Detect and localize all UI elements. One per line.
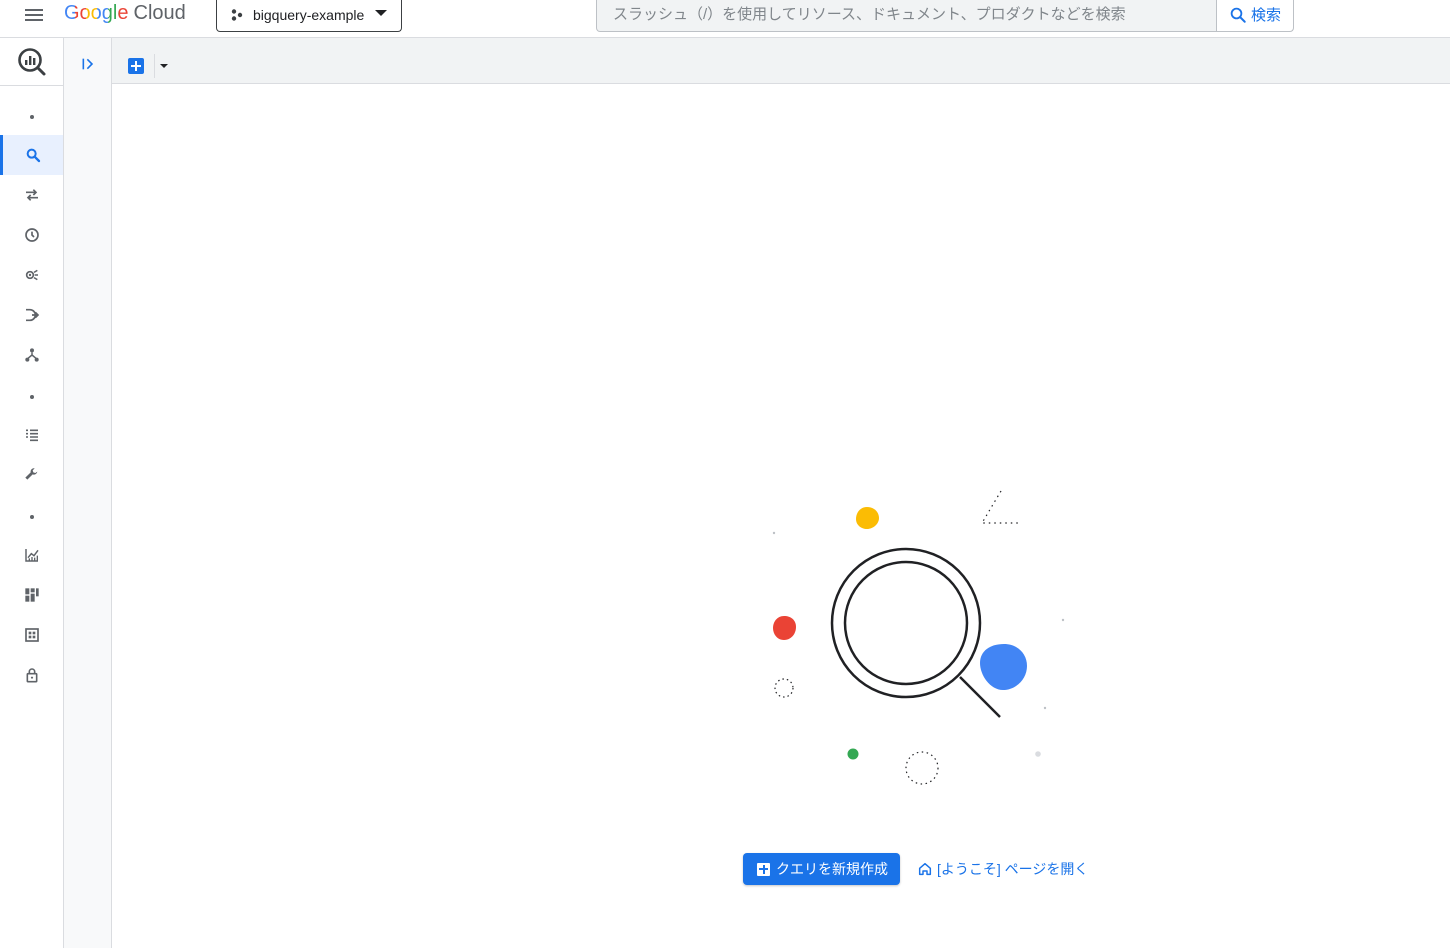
red-blob: [773, 616, 796, 640]
decor-dot: [1035, 751, 1041, 757]
rail-item-dashboard[interactable]: [0, 575, 63, 615]
dashboard-icon: [24, 588, 39, 602]
tab-divider: [154, 54, 155, 78]
project-name: bigquery-example: [253, 6, 365, 23]
top-bar: GoogleCloud bigquery-example 検索: [0, 0, 1450, 38]
dotted-circle-small: [774, 678, 794, 698]
transfers-icon: [25, 189, 38, 201]
expand-explorer-button[interactable]: [76, 52, 100, 76]
decor-dot: [1061, 618, 1065, 622]
yellow-blob: [856, 507, 879, 529]
rail-item-monitoring[interactable]: [0, 535, 63, 575]
chevron-down-icon[interactable]: [158, 60, 170, 72]
rail-item-scheduled-queries[interactable]: [0, 215, 63, 255]
rail-item-dataplex[interactable]: [0, 335, 63, 375]
project-icon: [231, 8, 243, 21]
home-icon: [918, 862, 932, 876]
list-icon: [25, 429, 38, 442]
rail-item-dataflow[interactable]: [0, 295, 63, 335]
left-nav-rail: [0, 38, 64, 948]
dotted-triangle: [980, 490, 1020, 524]
empty-state-illustration: [772, 490, 1065, 785]
logo-google: Google: [64, 2, 129, 24]
rail-item-capacity[interactable]: [0, 615, 63, 655]
decor-dot: [1043, 706, 1047, 710]
bigquery-logo[interactable]: [0, 38, 63, 86]
rail-item-transfers[interactable]: [0, 175, 63, 215]
clock-icon: [24, 228, 39, 242]
table-view-icon: [24, 628, 39, 642]
search-icon: [1230, 7, 1246, 23]
rail-item-admin[interactable]: [0, 455, 63, 495]
magnifier-outer-ring: [830, 547, 982, 699]
compose-new-query-button[interactable]: クエリを新規作成: [743, 853, 900, 885]
new-query-tab-button[interactable]: [128, 58, 144, 74]
google-cloud-logo[interactable]: Google Cloud: [64, 2, 186, 26]
expand-panel-icon: [82, 58, 94, 70]
project-selector[interactable]: bigquery-example: [216, 0, 402, 32]
wrench-icon: [24, 468, 37, 480]
chevron-down-icon: [375, 10, 387, 16]
magnifier-inner-ring: [843, 560, 969, 686]
search-button[interactable]: 検索: [1216, 0, 1293, 31]
section-divider-dot: [30, 515, 34, 519]
search-bar: 検索: [596, 0, 1294, 32]
dotted-circle-large: [905, 751, 939, 785]
blue-blob: [980, 644, 1027, 690]
empty-state-actions: クエリを新規作成 [ようこそ] ページを開く: [743, 853, 1143, 885]
analytics-hub-icon: [25, 269, 38, 281]
open-welcome-page-label: [ようこそ] ページを開く: [937, 861, 1089, 877]
logo-cloud: Cloud: [133, 2, 186, 24]
rail-item-jobs[interactable]: [0, 415, 63, 455]
search-input[interactable]: [597, 0, 1216, 31]
hierarchy-icon: [24, 348, 39, 362]
decor-dot: [772, 531, 776, 535]
explorer-pane-collapsed: [64, 38, 112, 948]
section-divider-dot: [30, 395, 34, 399]
green-dot: [847, 748, 859, 760]
search-icon: [26, 148, 41, 163]
search-button-label: 検索: [1250, 7, 1281, 24]
compose-new-query-label: クエリを新規作成: [776, 861, 888, 877]
editor-tab-bar: [112, 38, 1450, 84]
lock-icon: [26, 668, 37, 683]
rail-item-security[interactable]: [0, 655, 63, 695]
monitoring-chart-icon: [24, 549, 39, 562]
rail-item-search[interactable]: [0, 135, 63, 175]
dataflow-icon: [25, 308, 39, 322]
main-menu-icon[interactable]: [20, 4, 48, 26]
rail-item-analytics-hub[interactable]: [0, 255, 63, 295]
add-box-icon: [757, 862, 770, 876]
bigquery-icon: [17, 47, 45, 75]
section-divider-dot: [30, 115, 34, 119]
open-welcome-page-link[interactable]: [ようこそ] ページを開く: [917, 853, 1088, 885]
